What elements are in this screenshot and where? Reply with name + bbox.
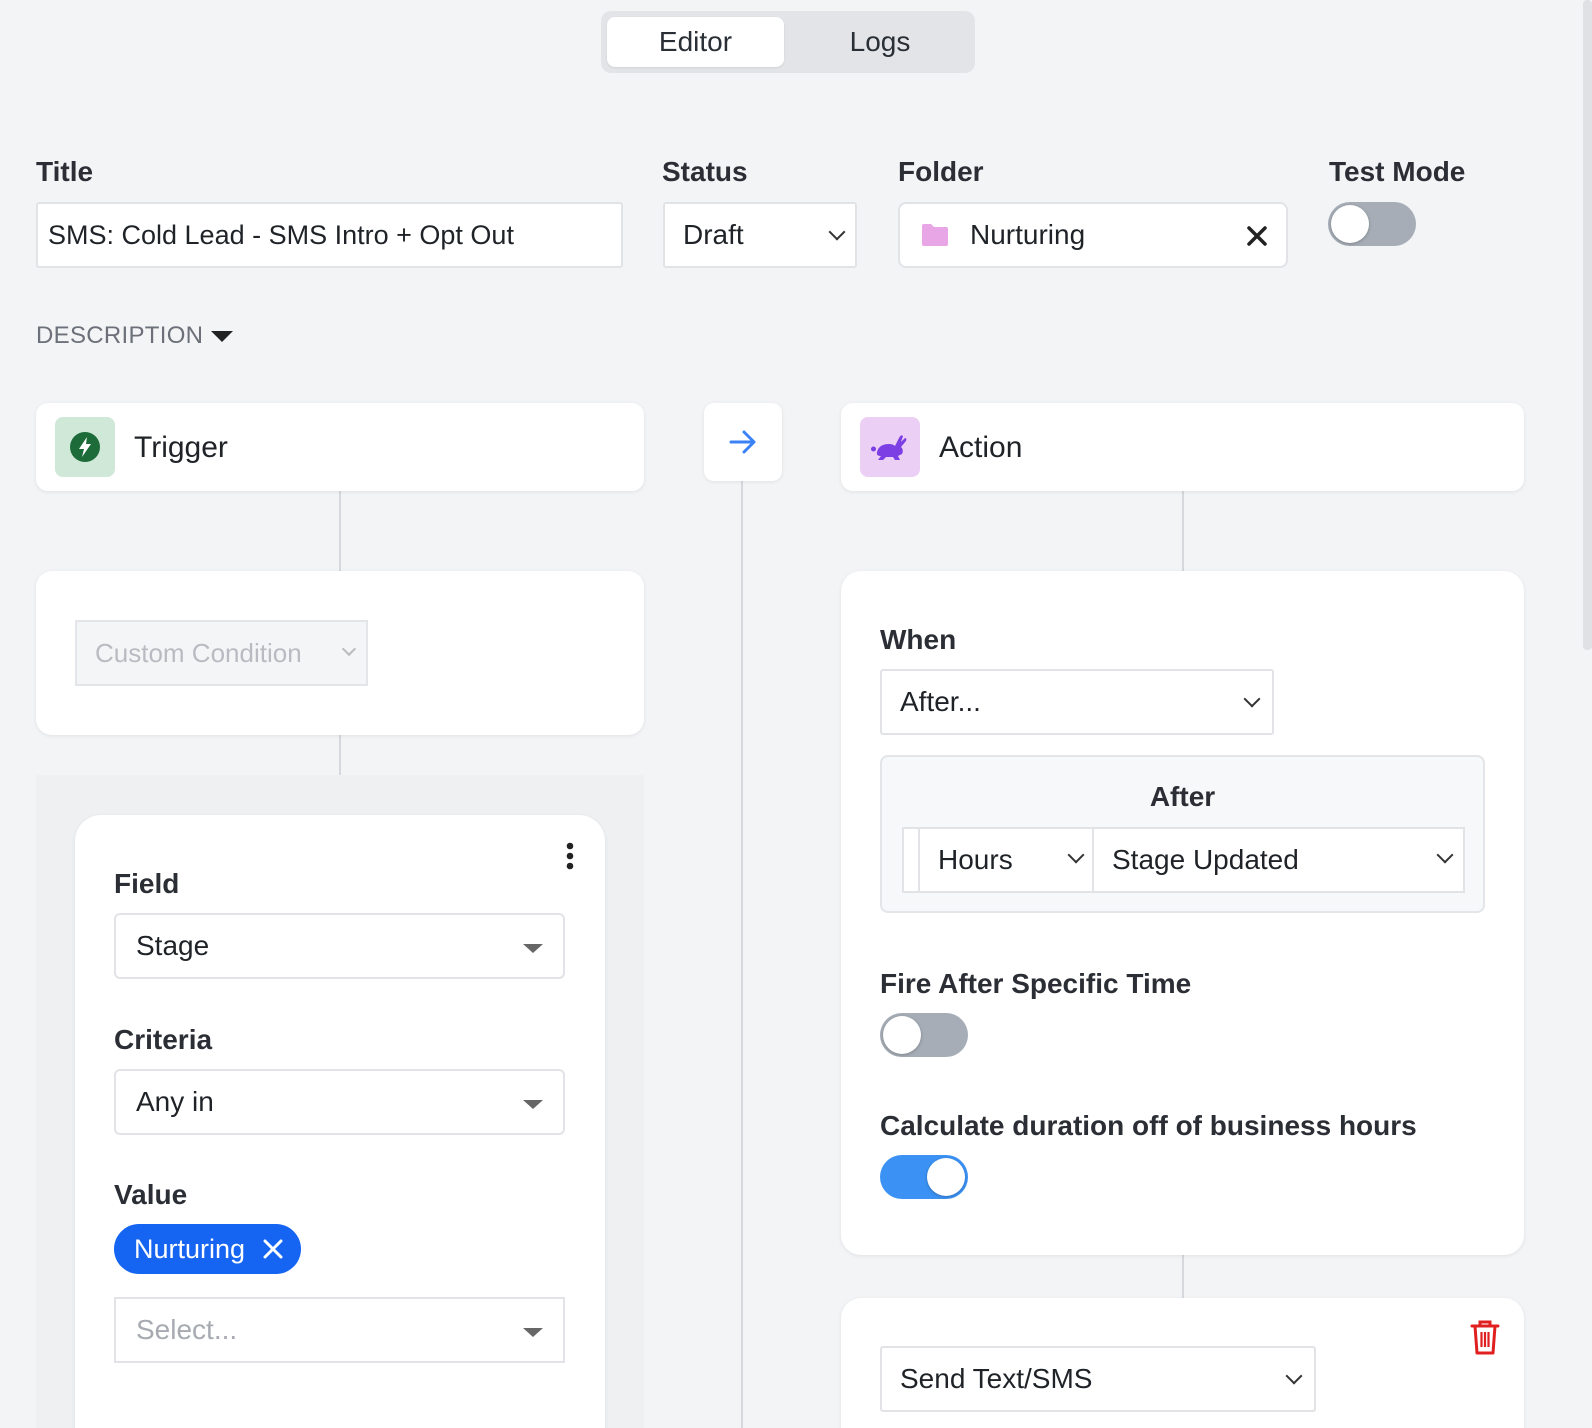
chevron-down-icon <box>341 641 357 657</box>
filter-card: Field Stage Criteria Any in Value Nurtur… <box>75 815 605 1428</box>
trigger-title: Trigger <box>134 431 228 464</box>
business-hours-toggle[interactable] <box>880 1155 968 1199</box>
chevron-down-icon <box>1067 846 1085 864</box>
field-select-value: Stage <box>136 930 210 961</box>
title-input[interactable]: SMS: Cold Lead - SMS Intro + Opt Out <box>36 202 623 268</box>
remove-tag-icon[interactable] <box>263 1239 283 1259</box>
arrow-right-icon <box>729 430 756 454</box>
page-scrollbar[interactable] <box>1583 0 1592 650</box>
condition-card: Custom Condition <box>36 571 644 735</box>
value-select-placeholder: Select... <box>136 1314 238 1345</box>
value-select[interactable]: Select... <box>114 1297 565 1363</box>
action-header-card[interactable]: Action <box>841 403 1524 491</box>
caret-down-icon <box>523 944 543 953</box>
value-tag-label: Nurturing <box>134 1233 246 1264</box>
caret-down-icon <box>523 1100 543 1109</box>
chevron-down-icon <box>1285 1367 1303 1385</box>
tab-editor[interactable]: Editor <box>607 17 784 67</box>
status-select-value: Draft <box>683 219 744 250</box>
folder-label: Folder <box>898 156 984 187</box>
value-tag: Nurturing <box>114 1224 302 1274</box>
criteria-select[interactable]: Any in <box>114 1069 565 1135</box>
status-label: Status <box>662 156 748 187</box>
title-label: Title <box>36 156 94 187</box>
folder-select-value: Nurturing <box>970 219 1086 250</box>
field-select[interactable]: Stage <box>114 913 565 979</box>
when-select-value: After... <box>900 686 981 717</box>
field-label: Field <box>114 868 180 899</box>
criteria-label: Criteria <box>114 1024 213 1055</box>
close-icon[interactable] <box>1246 225 1268 247</box>
flow-arrow-card <box>704 403 782 481</box>
view-tabs: Editor Logs <box>601 11 975 73</box>
description-toggle[interactable]: DESCRIPTION <box>36 322 234 350</box>
rabbit-icon <box>871 435 907 460</box>
trash-icon[interactable] <box>1469 1318 1501 1356</box>
description-label: DESCRIPTION <box>36 322 204 349</box>
after-event-value: Stage Updated <box>1112 844 1299 875</box>
chevron-down-icon <box>828 223 846 241</box>
test-mode-toggle[interactable] <box>1328 202 1416 246</box>
after-unit-select[interactable]: Hours <box>920 829 1094 891</box>
action-title: Action <box>939 431 1023 464</box>
timing-card: When After... After Hours Stage Updated … <box>841 571 1524 1255</box>
lightning-icon <box>70 432 100 462</box>
value-label: Value <box>114 1179 188 1210</box>
caret-down-icon <box>211 330 234 342</box>
after-inputs-group: Hours Stage Updated <box>902 827 1465 893</box>
after-box: After Hours Stage Updated <box>880 755 1485 913</box>
after-unit-value: Hours <box>938 844 1013 875</box>
title-input-value: SMS: Cold Lead - SMS Intro + Opt Out <box>48 219 514 250</box>
trigger-icon-badge <box>55 417 115 477</box>
business-hours-label: Calculate duration off of business hours <box>880 1110 1417 1141</box>
caret-down-icon <box>523 1328 543 1337</box>
trigger-header-card[interactable]: Trigger <box>36 403 644 491</box>
when-select[interactable]: After... <box>880 669 1274 735</box>
chevron-down-icon <box>1243 690 1261 708</box>
when-label: When <box>880 624 957 655</box>
fire-after-toggle[interactable] <box>880 1013 968 1057</box>
folder-select[interactable]: Nurturing <box>898 202 1288 268</box>
filter-group-panel: Field Stage Criteria Any in Value Nurtur… <box>36 775 644 1428</box>
status-select[interactable]: Draft <box>663 202 857 268</box>
step-type-value: Send Text/SMS <box>900 1363 1093 1394</box>
step-type-select[interactable]: Send Text/SMS <box>880 1346 1316 1412</box>
tab-logs[interactable]: Logs <box>791 17 969 67</box>
after-event-select[interactable]: Stage Updated <box>1094 829 1463 891</box>
test-mode-label: Test Mode <box>1329 156 1466 187</box>
folder-icon <box>922 224 948 246</box>
chevron-down-icon <box>1436 846 1454 864</box>
criteria-select-value: Any in <box>136 1086 214 1117</box>
step-card: Send Text/SMS <box>841 1298 1524 1428</box>
custom-condition-select[interactable]: Custom Condition <box>75 620 368 686</box>
after-amount-input[interactable] <box>904 829 920 891</box>
more-options-icon[interactable] <box>565 842 575 870</box>
custom-condition-placeholder: Custom Condition <box>95 637 302 668</box>
fire-after-label: Fire After Specific Time <box>880 968 1192 999</box>
after-label: After <box>1149 781 1216 812</box>
action-icon-badge <box>860 417 920 477</box>
